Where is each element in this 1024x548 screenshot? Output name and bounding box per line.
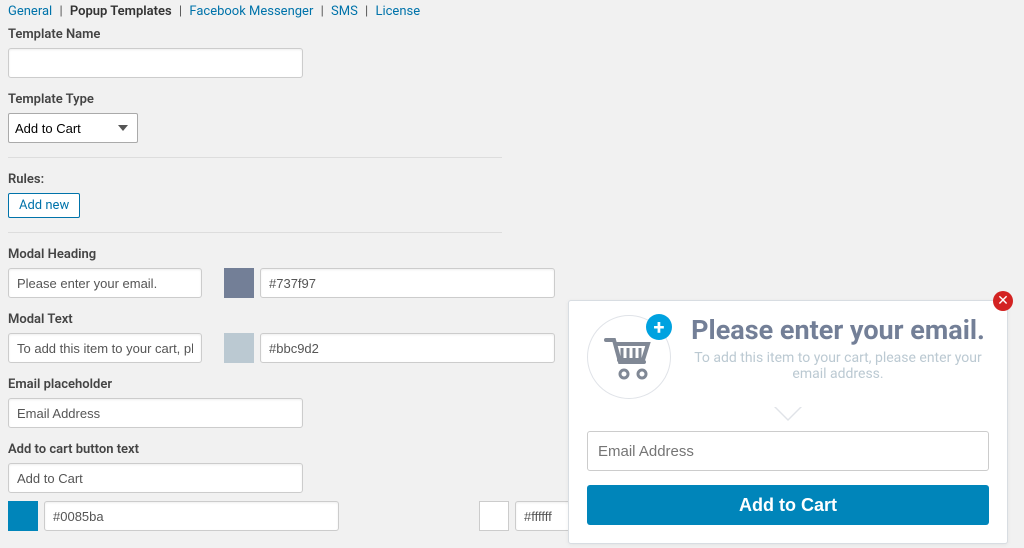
button-text-label: Add to cart button text bbox=[8, 442, 502, 457]
tab-general[interactable]: General bbox=[8, 4, 52, 19]
tab-popup-templates[interactable]: Popup Templates bbox=[70, 4, 172, 19]
modal-heading-color-input[interactable] bbox=[260, 268, 555, 298]
tab-sep: | bbox=[179, 4, 182, 19]
email-placeholder-row: Email placeholder bbox=[8, 377, 502, 428]
modal-heading-row: Modal Heading bbox=[8, 247, 502, 298]
template-type-select-wrap: Add to Cart bbox=[8, 113, 138, 143]
rules-row: Rules: Add new bbox=[8, 172, 502, 218]
email-placeholder-input[interactable] bbox=[8, 398, 303, 428]
template-name-input[interactable] bbox=[8, 48, 303, 78]
email-placeholder-label: Email placeholder bbox=[8, 377, 502, 392]
pointer-arrow-icon bbox=[774, 407, 802, 421]
tab-sep: | bbox=[59, 4, 62, 19]
modal-heading-label: Modal Heading bbox=[8, 247, 502, 262]
template-name-row: Template Name bbox=[8, 27, 502, 78]
modal-text-color-input[interactable] bbox=[260, 333, 555, 363]
tab-facebook-messenger[interactable]: Facebook Messenger bbox=[189, 4, 313, 19]
button-text-row: Add to cart button text bbox=[8, 442, 502, 531]
preview-heading: Please enter your email. bbox=[687, 315, 989, 346]
button-bg-color-swatch[interactable] bbox=[8, 501, 38, 531]
divider bbox=[8, 232, 502, 233]
modal-text-label: Modal Text bbox=[8, 312, 502, 327]
modal-text-row: Modal Text bbox=[8, 312, 502, 363]
template-type-row: Template Type Add to Cart bbox=[8, 92, 502, 143]
modal-heading-color-swatch[interactable] bbox=[224, 268, 254, 298]
close-icon[interactable]: ✕ bbox=[993, 291, 1013, 311]
plus-icon: + bbox=[646, 314, 672, 340]
cart-icon: + bbox=[587, 315, 671, 399]
template-type-label: Template Type bbox=[8, 92, 502, 107]
preview-header: + Please enter your email. To add this i… bbox=[587, 315, 989, 399]
modal-text-input[interactable] bbox=[8, 333, 202, 363]
divider bbox=[8, 157, 502, 158]
template-type-select[interactable]: Add to Cart bbox=[8, 113, 138, 143]
tab-sms[interactable]: SMS bbox=[331, 4, 358, 19]
modal-text-color-swatch[interactable] bbox=[224, 333, 254, 363]
preview-email-input[interactable] bbox=[587, 431, 989, 471]
button-fg-color-swatch[interactable] bbox=[479, 501, 509, 531]
modal-heading-input[interactable] bbox=[8, 268, 202, 298]
button-text-input[interactable] bbox=[8, 463, 303, 493]
tab-sep: | bbox=[321, 4, 324, 19]
template-name-label: Template Name bbox=[8, 27, 502, 42]
rules-label: Rules: bbox=[8, 172, 502, 187]
form-area: Template Name Template Type Add to Cart … bbox=[0, 19, 510, 531]
settings-tabs: General | Popup Templates | Facebook Mes… bbox=[0, 0, 1024, 19]
preview-add-to-cart-button[interactable]: Add to Cart bbox=[587, 485, 989, 525]
tab-license[interactable]: License bbox=[375, 4, 420, 19]
tab-sep: | bbox=[365, 4, 368, 19]
popup-preview: ✕ + Please enter your email. To add this… bbox=[568, 300, 1008, 544]
preview-subtext: To add this item to your cart, please en… bbox=[687, 350, 989, 382]
button-bg-color-input[interactable] bbox=[44, 501, 339, 531]
add-rule-button[interactable]: Add new bbox=[8, 193, 80, 218]
